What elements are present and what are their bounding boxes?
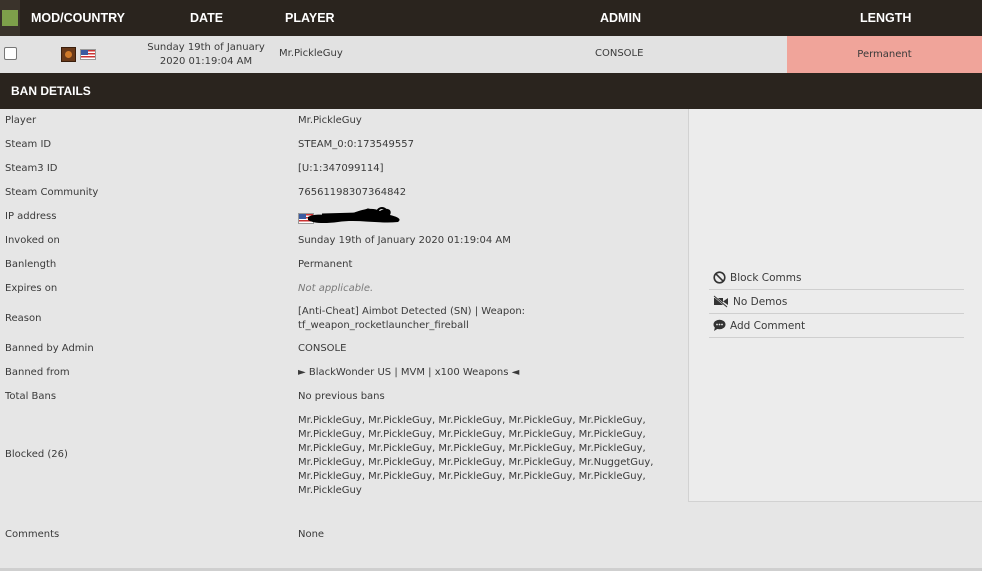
value-total-bans: No previous bans [298,391,385,402]
value-reason: [Anti-Cheat] Aimbot Detected (SN) | Weap… [298,305,525,333]
label-banned-from: Banned from [5,367,70,378]
blocked-line: Mr.PickleGuy [298,485,362,496]
blocked-line: Mr.PickleGuy, Mr.PickleGuy, Mr.PickleGuy… [298,443,646,454]
label-blocked: Blocked (26) [5,449,68,460]
no-demos-action[interactable]: No Demos [709,290,964,314]
value-steam-id: STEAM_0:0:173549557 [298,139,414,150]
ban-date: Sunday 19th of January 2020 01:19:04 AM [138,41,274,69]
reason-line: tf_weapon_rocketlauncher_fireball [298,320,469,331]
value-blocked-list: Mr.PickleGuy, Mr.PickleGuy, Mr.PickleGuy… [298,414,653,498]
ban-actions-panel: Block Comms No Demos Add Comment [688,109,982,502]
ban-player: Mr.PickleGuy [279,48,343,59]
label-steam-community: Steam Community [5,187,99,198]
label-expires-on: Expires on [5,283,58,294]
ban-details-table: Player Mr.PickleGuy Steam ID STEAM_0:0:1… [0,109,688,571]
ban-date-line1: Sunday 19th of January [147,42,265,53]
tf2-mod-icon [61,47,76,62]
label-reason: Reason [5,313,42,324]
col-admin[interactable]: ADMIN [600,11,641,25]
label-ip-address: IP address [5,211,57,222]
label-total-bans: Total Bans [5,391,57,402]
blocked-line: Mr.PickleGuy, Mr.PickleGuy, Mr.PickleGuy… [298,429,646,440]
block-icon [713,271,726,284]
blocked-line: Mr.PickleGuy, Mr.PickleGuy, Mr.PickleGuy… [298,471,646,482]
label-steam-id: Steam ID [5,139,52,150]
value-banlength: Permanent [298,259,353,270]
value-comments: None [298,529,325,540]
video-off-icon [713,295,728,308]
select-all-toggle[interactable] [2,10,18,26]
blocked-line: Mr.PickleGuy, Mr.PickleGuy, Mr.PickleGuy… [298,457,654,468]
add-comment-label[interactable]: Add Comment [730,320,805,332]
ban-details-header: BAN DETAILS [0,73,982,109]
label-comments: Comments [5,529,60,540]
ban-admin: CONSOLE [595,48,644,59]
ban-row[interactable]: Sunday 19th of January 2020 01:19:04 AM … [0,36,982,73]
add-comment-action[interactable]: Add Comment [709,314,964,338]
value-steam3-id: [U:1:347099114] [298,163,384,174]
value-banned-from: ► BlackWonder US | MVM | x100 Weapons ◄ [298,367,520,378]
block-comms-action[interactable]: Block Comms [709,266,964,290]
ban-date-line2: 2020 01:19:04 AM [159,56,253,67]
value-invoked-on: Sunday 19th of January 2020 01:19:04 AM [298,235,511,246]
comment-icon [713,319,726,331]
us-flag-icon [80,49,96,60]
value-player: Mr.PickleGuy [298,115,362,126]
col-length[interactable]: LENGTH [860,11,911,25]
ban-list-header: MOD/COUNTRY DATE PLAYER ADMIN LENGTH [0,0,982,36]
value-steam-community[interactable]: 76561198307364842 [298,187,406,198]
col-mod-country[interactable]: MOD/COUNTRY [31,11,125,25]
reason-line: [Anti-Cheat] Aimbot Detected (SN) | Weap… [298,306,526,317]
value-expires-on: Not applicable. [298,283,374,294]
ban-length-badge: Permanent [787,36,982,73]
ip-redaction-scribble [308,207,400,224]
label-banned-by-admin: Banned by Admin [5,343,94,354]
block-comms-label[interactable]: Block Comms [730,272,801,284]
label-steam3-id: Steam3 ID [5,163,58,174]
ban-details-title: BAN DETAILS [11,84,91,98]
label-player: Player [5,115,37,126]
no-demos-label[interactable]: No Demos [733,296,787,308]
blocked-line: Mr.PickleGuy, Mr.PickleGuy, Mr.PickleGuy… [298,415,646,426]
label-invoked-on: Invoked on [5,235,60,246]
value-banned-by-admin: CONSOLE [298,343,347,354]
label-banlength: Banlength [5,259,57,270]
col-player[interactable]: PLAYER [285,11,335,25]
col-date[interactable]: DATE [190,11,223,25]
row-checkbox[interactable] [4,47,17,60]
